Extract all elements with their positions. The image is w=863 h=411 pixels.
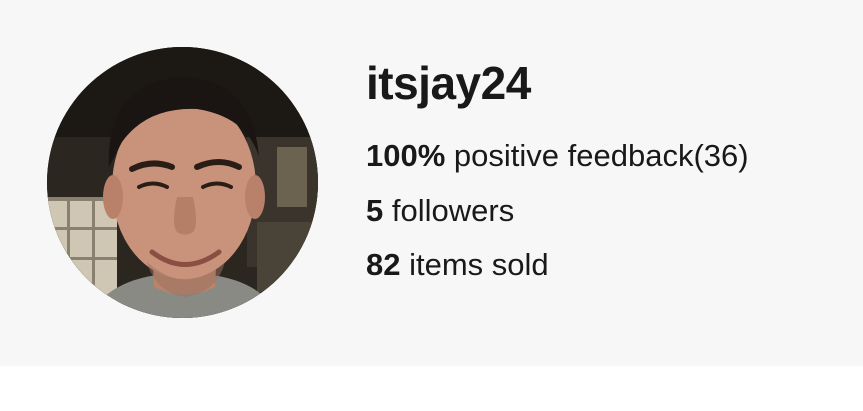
feedback-percent: 100% xyxy=(366,138,446,173)
followers-stat[interactable]: 5 followers xyxy=(366,191,514,231)
profile-photo-icon xyxy=(47,47,318,318)
items-sold-count: 82 xyxy=(366,247,401,282)
username[interactable]: itsjay24 xyxy=(366,55,531,111)
feedback-count: (36) xyxy=(693,138,749,173)
followers-label: followers xyxy=(391,193,515,228)
items-sold-label: items sold xyxy=(409,247,549,282)
feedback-stat[interactable]: 100% positive feedback(36) xyxy=(366,136,749,176)
profile-avatar[interactable] xyxy=(47,47,318,318)
seller-profile-card: itsjay24 100% positive feedback(36) 5 fo… xyxy=(0,0,863,366)
followers-count: 5 xyxy=(366,193,384,228)
items-sold-stat: 82 items sold xyxy=(366,245,549,285)
feedback-label: positive feedback xyxy=(453,138,694,173)
